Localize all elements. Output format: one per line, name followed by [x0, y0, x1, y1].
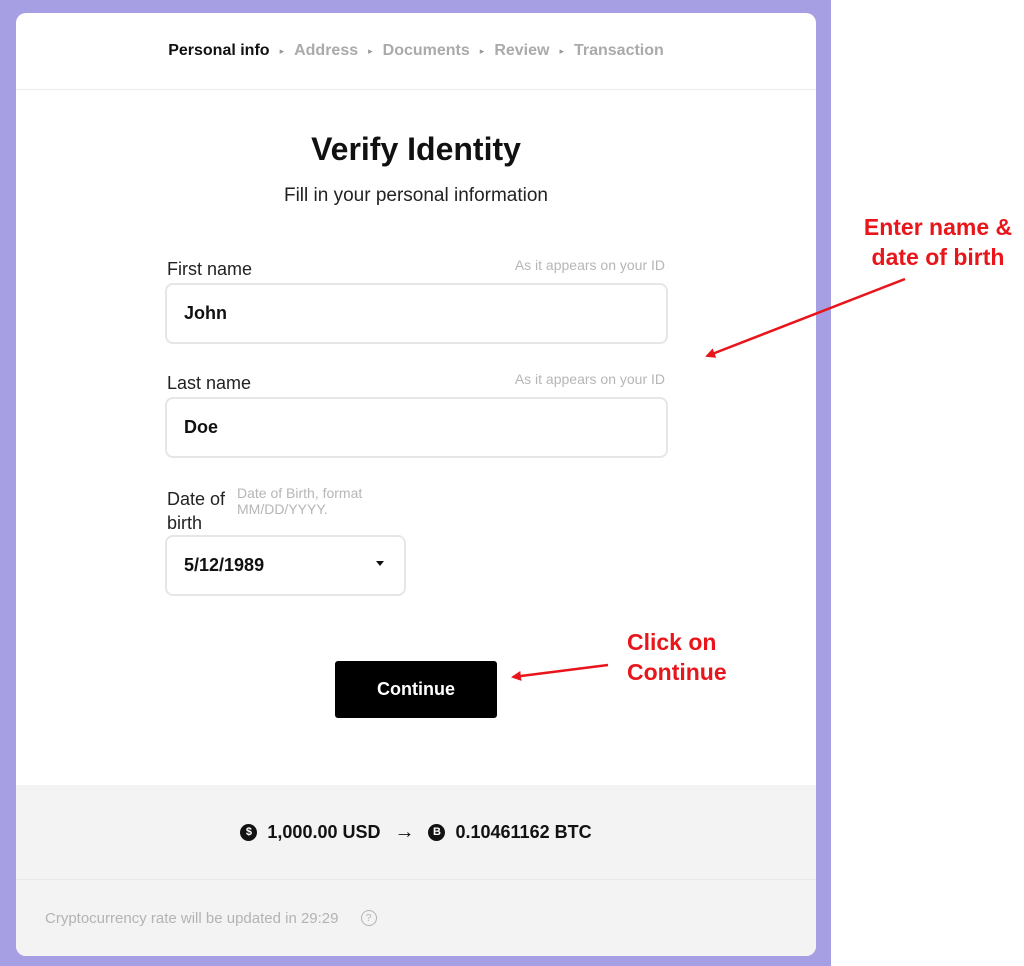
arrow-to-form — [705, 277, 906, 358]
arrow-to-continue — [511, 663, 609, 681]
annotation-arrows — [511, 277, 906, 681]
